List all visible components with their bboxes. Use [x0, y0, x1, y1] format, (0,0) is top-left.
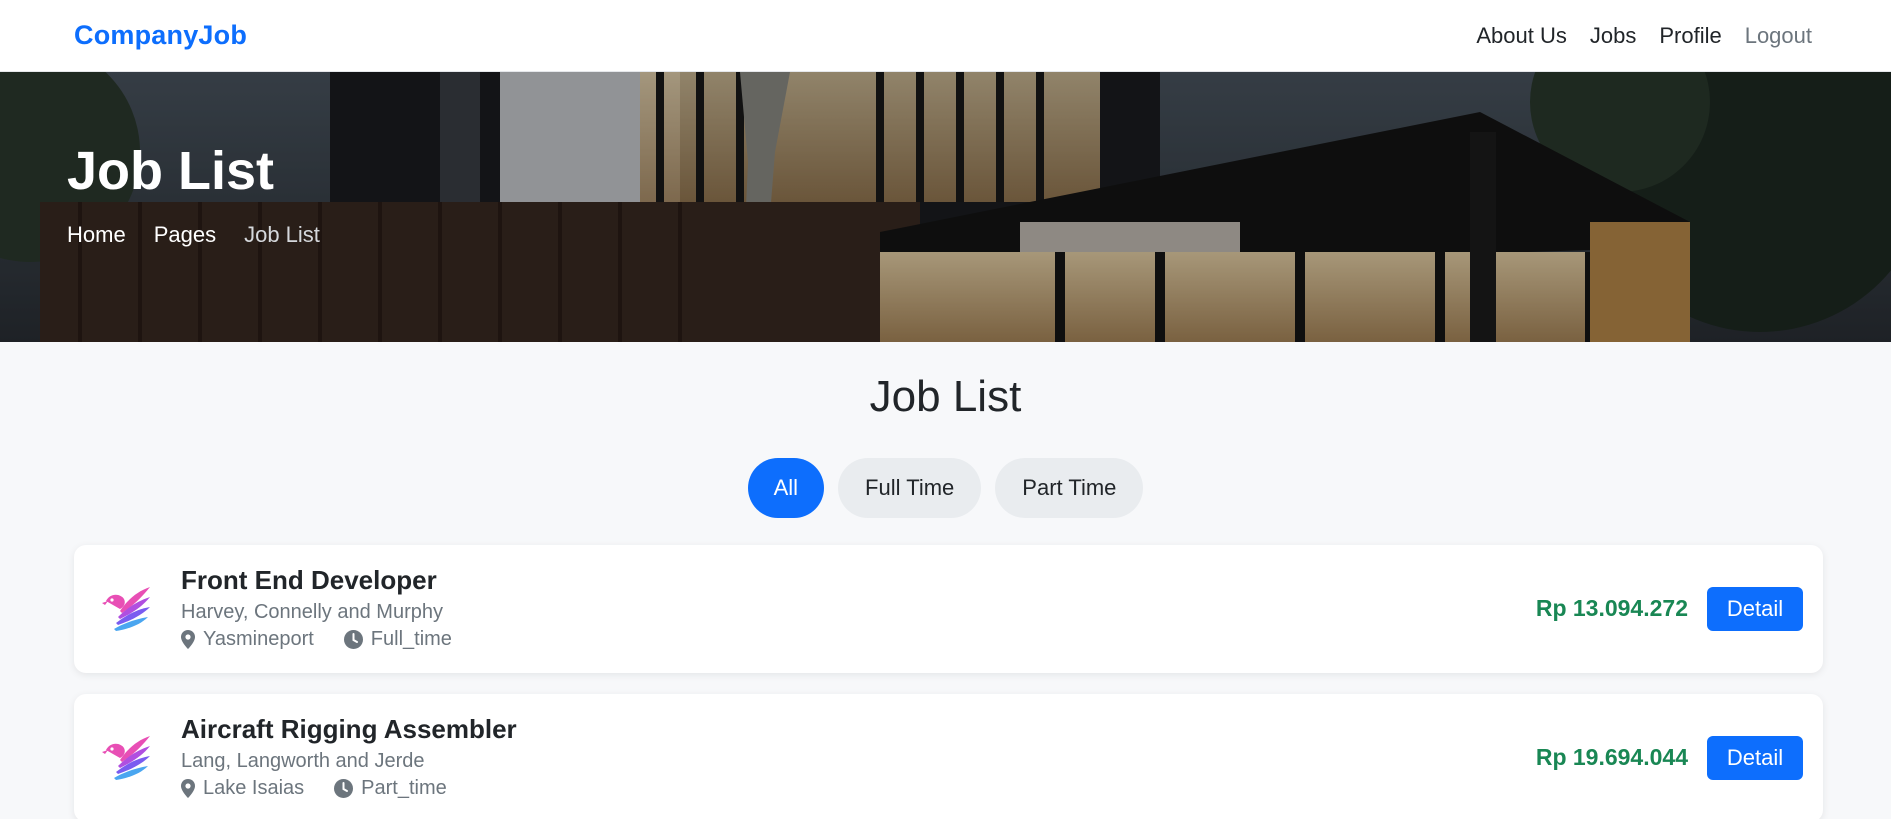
- job-type-filter-tabs: All Full Time Part Time: [0, 458, 1891, 518]
- clock-icon: [334, 779, 354, 798]
- job-title: Aircraft Rigging Assembler: [181, 714, 517, 744]
- breadcrumb: Home Pages Job List: [67, 222, 320, 248]
- detail-button[interactable]: Detail: [1707, 736, 1803, 780]
- job-title: Front End Developer: [181, 565, 437, 595]
- job-card: Front End Developer Harvey, Connelly and…: [74, 545, 1823, 673]
- filter-tab-full-time[interactable]: Full Time: [838, 458, 982, 518]
- nav-link-profile[interactable]: Profile: [1659, 23, 1721, 49]
- job-salary: Rp 13.094.272: [1535, 595, 1688, 621]
- map-pin-icon: [181, 779, 195, 798]
- breadcrumb-current: Job List: [244, 222, 320, 247]
- job-meta: Lake Isaias Part_time: [181, 777, 447, 800]
- job-card: Aircraft Rigging Assembler Lang, Langwor…: [74, 694, 1823, 819]
- job-type: Part_time: [361, 777, 447, 799]
- job-location: Yasmineport: [203, 628, 314, 650]
- nav-link-about-us[interactable]: About Us: [1476, 23, 1567, 49]
- bird-logo-icon: [102, 587, 150, 631]
- nav-link-logout[interactable]: Logout: [1745, 23, 1812, 49]
- job-type: Full_time: [370, 628, 452, 650]
- job-meta: Yasmineport Full_time: [181, 628, 452, 651]
- bird-logo-icon: [102, 736, 150, 780]
- top-navbar: CompanyJob About Us Jobs Profile Logout: [0, 0, 1891, 72]
- brand-logo[interactable]: CompanyJob: [74, 20, 247, 51]
- nav-link-jobs[interactable]: Jobs: [1590, 23, 1636, 49]
- filter-tab-part-time[interactable]: Part Time: [995, 458, 1144, 518]
- nav-links: About Us Jobs Profile Logout: [1476, 23, 1812, 49]
- company-name: Lang, Langworth and Jerde: [181, 750, 425, 772]
- detail-button[interactable]: Detail: [1707, 587, 1803, 631]
- filter-tab-all[interactable]: All: [747, 458, 825, 518]
- company-name: Harvey, Connelly and Murphy: [181, 601, 443, 623]
- hero-title: Job List: [67, 141, 275, 201]
- hero-banner: Job List Home Pages Job List: [0, 72, 1891, 342]
- breadcrumb-pages[interactable]: Pages: [154, 222, 216, 248]
- job-salary: Rp 19.694.044: [1535, 744, 1688, 770]
- job-location: Lake Isaias: [203, 777, 305, 799]
- hero-overlay: [0, 72, 1891, 342]
- breadcrumb-home[interactable]: Home: [67, 222, 126, 248]
- clock-icon: [343, 630, 363, 649]
- section-title: Job List: [869, 372, 1022, 421]
- map-pin-icon: [181, 630, 195, 649]
